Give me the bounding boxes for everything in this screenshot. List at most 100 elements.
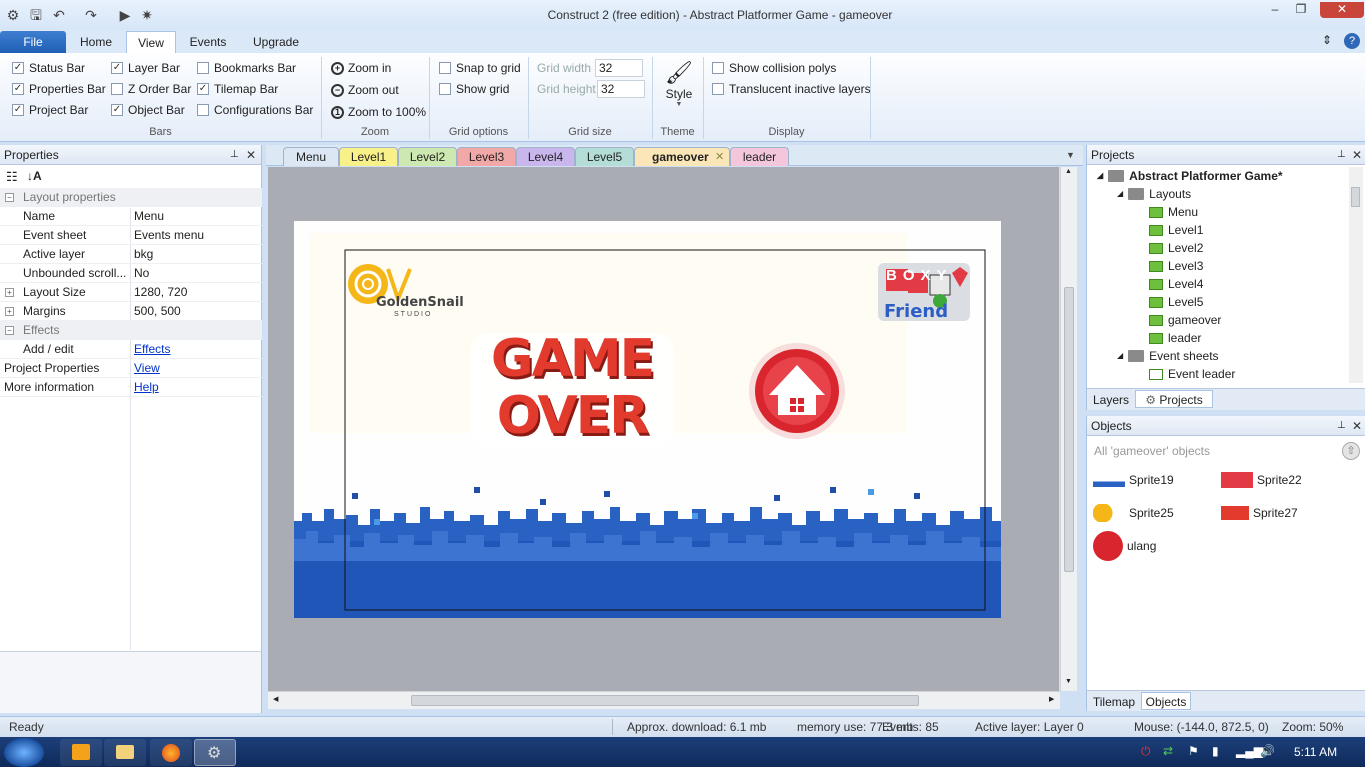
tab-menu[interactable]: Menu: [283, 147, 339, 166]
layout-item[interactable]: Level2: [1149, 239, 1203, 257]
property-row[interactable]: + Layout Size 1280, 720: [0, 283, 262, 302]
close-icon[interactable]: ✕: [246, 145, 256, 165]
scroll-up-icon[interactable]: ▲: [1065, 168, 1072, 175]
status-bar-checkbox[interactable]: ✓ Status Bar: [12, 60, 85, 76]
zoom-100-button[interactable]: 1 Zoom to 100%: [331, 103, 426, 121]
object-item[interactable]: Sprite27: [1221, 502, 1298, 524]
layout-item[interactable]: Level1: [1149, 221, 1203, 239]
tab-events[interactable]: Events: [182, 31, 234, 53]
tab-list-dropdown-icon[interactable]: ▼: [1066, 150, 1075, 160]
collapse-icon[interactable]: ◢: [1097, 167, 1103, 185]
show-grid-checkbox[interactable]: Show grid: [439, 81, 509, 97]
close-button[interactable]: ✕: [1320, 2, 1364, 18]
property-row[interactable]: Unbounded scroll... No: [0, 264, 262, 283]
property-row[interactable]: Active layer bkg: [0, 245, 262, 264]
tab-level5[interactable]: Level5: [575, 147, 634, 166]
scroll-down-icon[interactable]: ▼: [1065, 678, 1072, 685]
signal-tray-icon[interactable]: ▂▄▆: [1236, 744, 1263, 758]
tab-level3[interactable]: Level3: [457, 147, 516, 166]
property-row[interactable]: Project Properties View: [0, 359, 262, 378]
pin-icon[interactable]: ⊥: [230, 145, 239, 165]
tab-view[interactable]: View: [126, 31, 176, 53]
tab-upgrade[interactable]: Upgrade: [244, 31, 308, 53]
layout-item[interactable]: Level4: [1149, 275, 1203, 293]
object-item[interactable]: Sprite22: [1221, 469, 1302, 491]
project-root[interactable]: ◢ Abstract Platformer Game*: [1097, 167, 1283, 185]
tab-level4[interactable]: Level4: [516, 147, 575, 166]
restore-button[interactable]: ❐: [1288, 2, 1314, 18]
tab-layers[interactable]: Layers: [1089, 391, 1133, 409]
layer-bar-checkbox[interactable]: ✓ Layer Bar: [111, 60, 180, 76]
layout-item[interactable]: leader: [1149, 329, 1201, 347]
configurations-bar-checkbox[interactable]: Configurations Bar: [197, 102, 313, 118]
horizontal-scroll-thumb[interactable]: [411, 695, 919, 706]
collapse-icon[interactable]: ◢: [1117, 347, 1123, 365]
projects-scrollbar[interactable]: [1349, 167, 1363, 383]
translucent-inactive-layers-checkbox[interactable]: Translucent inactive layers: [712, 81, 871, 97]
property-row[interactable]: Add / edit Effects: [0, 340, 262, 359]
property-row[interactable]: More information Help: [0, 378, 262, 397]
scroll-left-icon[interactable]: ◀: [273, 695, 278, 703]
taskbar-explorer[interactable]: [104, 739, 146, 766]
layouts-folder[interactable]: ◢ Layouts: [1117, 185, 1191, 203]
collapse-icon[interactable]: ◢: [1117, 185, 1123, 203]
zoom-in-button[interactable]: + Zoom in: [331, 59, 391, 77]
tab-level2[interactable]: Level2: [398, 147, 457, 166]
object-item[interactable]: Sprite19: [1093, 469, 1174, 491]
tab-leader[interactable]: leader: [730, 147, 789, 166]
object-bar-checkbox[interactable]: ✓ Object Bar: [111, 102, 185, 118]
layout-item[interactable]: gameover: [1149, 311, 1221, 329]
tab-level1[interactable]: Level1: [339, 147, 398, 166]
property-category[interactable]: − Effects: [0, 321, 262, 340]
grid-width-input[interactable]: 32: [595, 59, 643, 77]
tab-projects[interactable]: ⚙ Projects: [1135, 390, 1213, 408]
sort-az-icon[interactable]: ↓A: [27, 169, 42, 183]
property-row[interactable]: Event sheet Events menu: [0, 226, 262, 245]
bookmarks-bar-checkbox[interactable]: Bookmarks Bar: [197, 60, 296, 76]
flag-tray-icon[interactable]: ⚑: [1188, 744, 1199, 758]
scroll-right-icon[interactable]: ▶: [1049, 695, 1054, 703]
snap-to-grid-checkbox[interactable]: Snap to grid: [439, 60, 521, 76]
tab-file[interactable]: File: [0, 31, 66, 53]
volume-tray-icon[interactable]: 🔊: [1260, 744, 1275, 758]
layout-item[interactable]: Menu: [1149, 203, 1198, 221]
minimize-button[interactable]: –: [1262, 2, 1288, 18]
zoom-out-button[interactable]: − Zoom out: [331, 81, 399, 99]
battery-tray-icon[interactable]: ▮: [1212, 744, 1219, 758]
close-icon[interactable]: ✕: [1352, 145, 1362, 165]
grid-height-input[interactable]: 32: [597, 80, 645, 98]
vertical-scroll-thumb[interactable]: [1064, 287, 1074, 572]
tab-home[interactable]: Home: [72, 31, 120, 53]
tab-close-icon[interactable]: ✕: [715, 148, 724, 167]
project-bar-checkbox[interactable]: ✓ Project Bar: [12, 102, 88, 118]
clock[interactable]: 5:11 AM: [1294, 745, 1337, 759]
horizontal-scrollbar[interactable]: ◀ ▶: [268, 691, 1060, 709]
help-icon[interactable]: ?: [1344, 33, 1360, 49]
network-tray-icon[interactable]: ⇄: [1163, 744, 1173, 758]
tab-tilemap[interactable]: Tilemap: [1089, 693, 1139, 711]
pin-icon[interactable]: ⊥: [1337, 145, 1346, 165]
vertical-scrollbar[interactable]: ▲ ▼: [1060, 167, 1077, 691]
object-item[interactable]: ulang: [1093, 531, 1156, 561]
tab-gameover[interactable]: gameover ✕: [634, 147, 730, 166]
taskbar-firefox[interactable]: [150, 739, 192, 766]
up-folder-icon[interactable]: ⇧: [1342, 442, 1360, 460]
objects-filter[interactable]: All 'gameover' objects: [1090, 440, 1363, 462]
property-category[interactable]: − Layout properties: [0, 188, 262, 207]
close-icon[interactable]: ✕: [1352, 416, 1362, 436]
layout-item[interactable]: Level5: [1149, 293, 1203, 311]
property-row[interactable]: Name Menu: [0, 207, 262, 226]
start-button[interactable]: [4, 738, 44, 767]
property-row[interactable]: + Margins 500, 500: [0, 302, 262, 321]
taskbar-media-player[interactable]: [60, 739, 102, 766]
pin-icon[interactable]: ⊥: [1337, 416, 1346, 436]
layout-item[interactable]: Level3: [1149, 257, 1203, 275]
object-item[interactable]: Sprite25: [1093, 502, 1174, 524]
event-sheets-folder[interactable]: ◢ Event sheets: [1117, 347, 1219, 365]
power-tray-icon[interactable]: ⏻: [1141, 744, 1151, 759]
tilemap-bar-checkbox[interactable]: ✓ Tilemap Bar: [197, 81, 278, 97]
projects-scroll-thumb[interactable]: [1351, 187, 1360, 207]
z-order-bar-checkbox[interactable]: Z Order Bar: [111, 81, 191, 97]
taskbar-construct2[interactable]: ⚙: [194, 739, 236, 766]
layout-canvas[interactable]: GoldenSnail STUDIO BOXY Friend GAME OVER: [294, 221, 1001, 618]
